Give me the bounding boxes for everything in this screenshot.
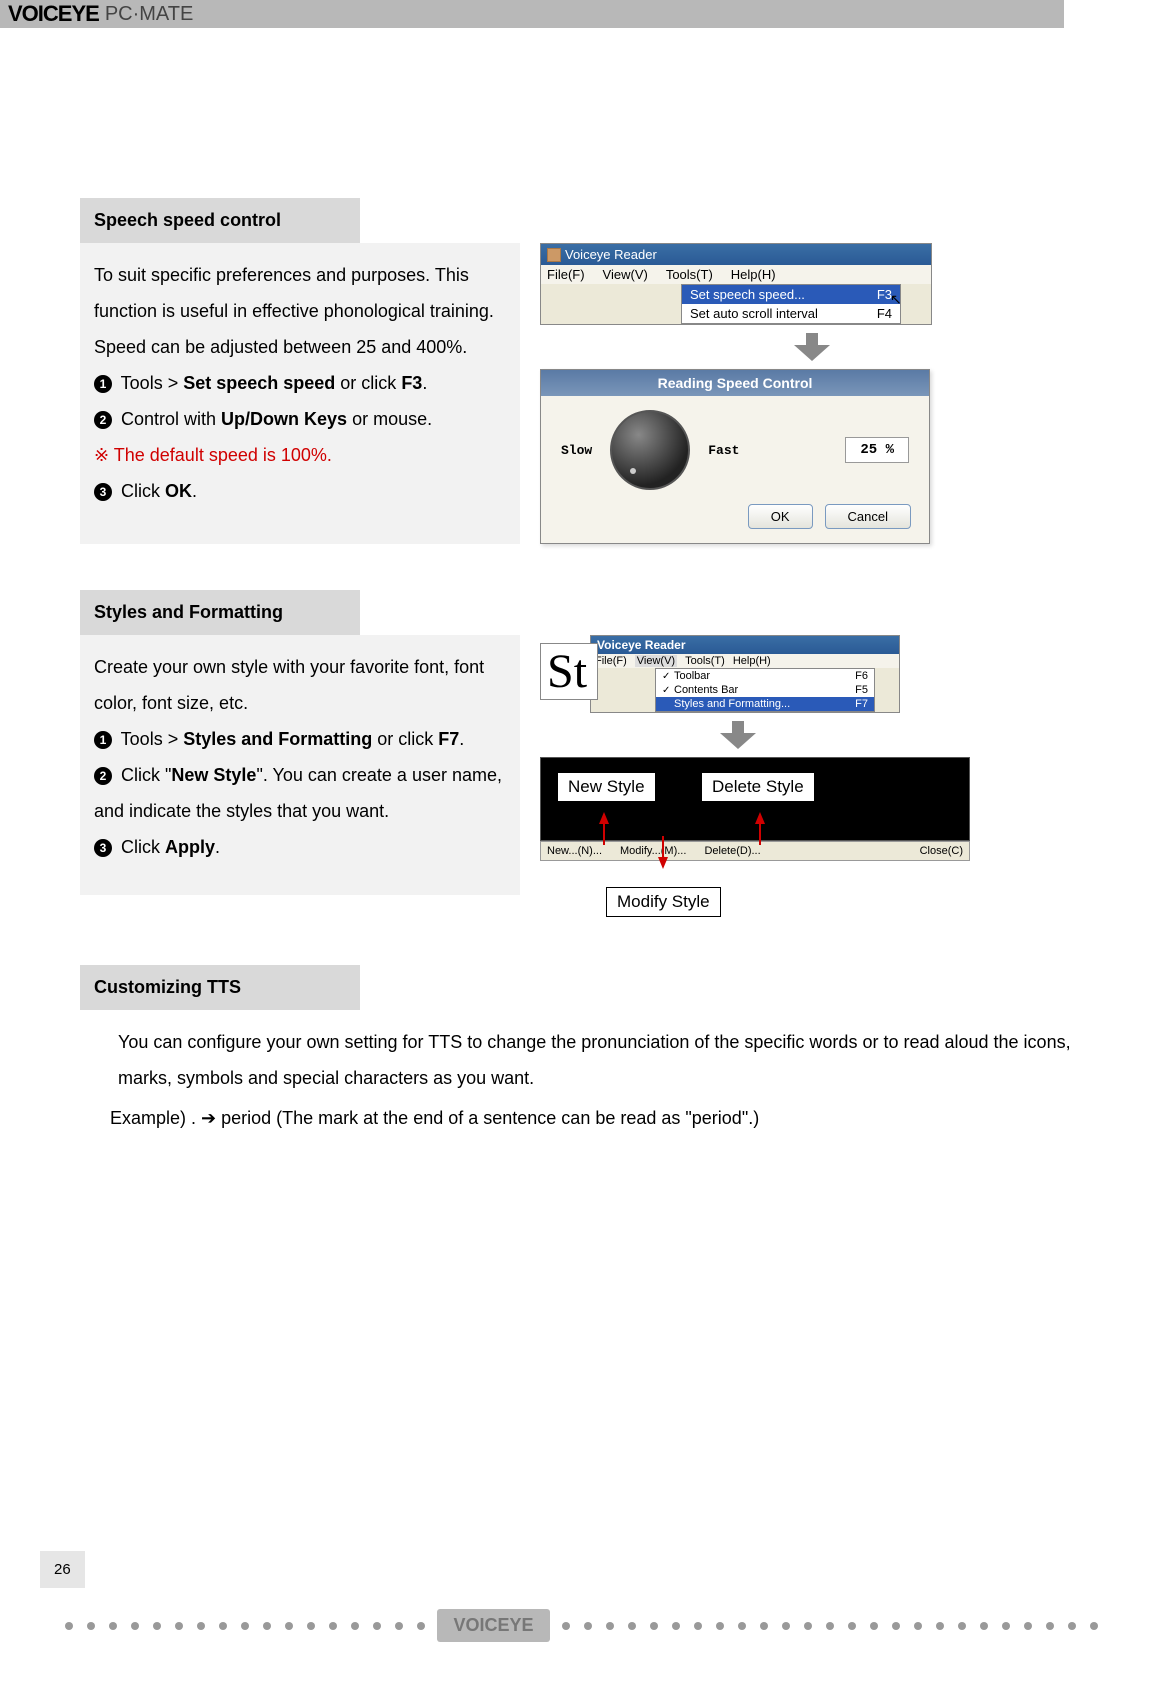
section-styles-formatting: Styles and Formatting Create your own st… bbox=[80, 590, 1083, 895]
step-number-1-icon: 1 bbox=[94, 375, 112, 393]
window-voiceye-reader: Voiceye Reader File(F) View(V) Tools(T) … bbox=[540, 243, 932, 325]
cursor-icon: ↖ bbox=[890, 291, 902, 308]
section-3-title: Customizing TTS bbox=[80, 965, 360, 1010]
slow-label: Slow bbox=[561, 443, 592, 458]
logo-sub: PC·MATE bbox=[105, 3, 194, 26]
default-speed-note: ※ The default speed is 100%. bbox=[94, 437, 506, 473]
tts-example: Example) . ➔ period (The mark at the end… bbox=[110, 1100, 1083, 1136]
new-style-button[interactable]: New...(N)... bbox=[547, 845, 602, 857]
footer-dots-left bbox=[65, 1622, 425, 1630]
styles-dialog-preview: New Style Delete Style bbox=[540, 757, 970, 841]
section-1-step-2: 2 Control with Up/Down Keys or mouse. bbox=[94, 401, 506, 437]
section-1-desc: To suit specific preferences and purpose… bbox=[94, 257, 506, 365]
step-number-2-icon: 2 bbox=[94, 411, 112, 429]
menu-item-toolbar[interactable]: ✓ToolbarF6 bbox=[656, 669, 874, 683]
section-1-title: Speech speed control bbox=[80, 198, 360, 243]
menu-item-set-auto-scroll[interactable]: Set auto scroll interval F4 bbox=[682, 304, 900, 323]
dialog-title: Reading Speed Control bbox=[541, 370, 929, 396]
footer: VOICEYE bbox=[0, 1609, 1163, 1642]
tools-dropdown: Set speech speed... F3 Set auto scroll i… bbox=[681, 284, 901, 324]
speed-knob[interactable] bbox=[610, 410, 690, 490]
footer-logo: VOICEYE bbox=[437, 1609, 549, 1642]
menu-tools-2[interactable]: Tools(T) bbox=[685, 655, 725, 667]
delete-style-button[interactable]: Delete(D)... bbox=[704, 845, 760, 857]
section-speech-speed: Speech speed control To suit specific pr… bbox=[80, 198, 1083, 544]
modify-style-button[interactable]: Modify...(M)... bbox=[620, 845, 686, 857]
menu-item-contents-bar[interactable]: ✓Contents BarF5 bbox=[656, 683, 874, 697]
document-text-sample: St bbox=[540, 643, 598, 700]
label-new-style: New Style bbox=[557, 772, 656, 802]
screenshot-speed-control: Voiceye Reader File(F) View(V) Tools(T) … bbox=[540, 243, 1083, 544]
reading-speed-dialog: Reading Speed Control Slow Fast 25 % OK … bbox=[540, 369, 930, 544]
app-icon bbox=[547, 248, 561, 262]
section-2-step-2: 2 Click "New Style". You can create a us… bbox=[94, 757, 506, 829]
section-2-text: Create your own style with your favorite… bbox=[80, 635, 520, 895]
menu-help[interactable]: Help(H) bbox=[731, 267, 776, 282]
speed-value: 25 % bbox=[845, 437, 909, 463]
section-2-title: Styles and Formatting bbox=[80, 590, 360, 635]
label-modify-style: Modify Style bbox=[606, 887, 721, 917]
menubar-2: File(F) View(V) Tools(T) Help(H) bbox=[591, 654, 899, 668]
section-3-text: You can configure your own setting for T… bbox=[80, 1010, 1083, 1136]
ok-button[interactable]: OK bbox=[748, 504, 813, 529]
footer-dots-right bbox=[562, 1622, 1098, 1630]
page-number: 26 bbox=[40, 1551, 85, 1588]
cancel-button[interactable]: Cancel bbox=[825, 504, 911, 529]
down-arrow-icon bbox=[794, 333, 830, 361]
section-1-step-3: 3 Click OK. bbox=[94, 473, 506, 509]
view-dropdown: ✓ToolbarF6 ✓Contents BarF5 Styles and Fo… bbox=[655, 668, 875, 712]
step-number-1-icon: 1 bbox=[94, 731, 112, 749]
red-arrow-new-icon bbox=[599, 812, 609, 824]
section-customizing-tts: Customizing TTS You can configure your o… bbox=[80, 965, 1083, 1136]
window-title: Voiceye Reader bbox=[541, 244, 931, 265]
down-arrow-icon-2 bbox=[720, 721, 756, 749]
section-1-text: To suit specific preferences and purpose… bbox=[80, 243, 520, 544]
section-2-desc: Create your own style with your favorite… bbox=[94, 649, 506, 721]
header-bar: VOICEYE PC·MATE bbox=[0, 0, 1064, 28]
step-number-2-icon: 2 bbox=[94, 767, 112, 785]
logo-main: VOICEYE bbox=[8, 1, 99, 27]
screenshot-styles: St Voiceye Reader File(F) View(V) Tools(… bbox=[540, 635, 1083, 895]
step-number-3-icon: 3 bbox=[94, 839, 112, 857]
red-arrow-delete-icon bbox=[755, 812, 765, 824]
menu-file-2[interactable]: File(F) bbox=[595, 655, 627, 667]
label-delete-style: Delete Style bbox=[701, 772, 815, 802]
window-voiceye-reader-2: Voiceye Reader File(F) View(V) Tools(T) … bbox=[590, 635, 900, 713]
fast-label: Fast bbox=[708, 443, 739, 458]
menu-view[interactable]: View(V) bbox=[603, 267, 648, 282]
menu-item-styles-formatting[interactable]: Styles and Formatting...F7 bbox=[656, 697, 874, 711]
tts-desc: You can configure your own setting for T… bbox=[110, 1024, 1083, 1096]
window-title-2: Voiceye Reader bbox=[591, 636, 899, 654]
menu-tools[interactable]: Tools(T) bbox=[666, 267, 713, 282]
menu-view-2[interactable]: View(V) bbox=[635, 655, 677, 667]
step-number-3-icon: 3 bbox=[94, 483, 112, 501]
close-button[interactable]: Close(C) bbox=[920, 845, 963, 857]
section-2-step-3: 3 Click Apply. bbox=[94, 829, 506, 865]
menu-file[interactable]: File(F) bbox=[547, 267, 585, 282]
menu-item-set-speech-speed[interactable]: Set speech speed... F3 bbox=[682, 285, 900, 304]
red-arrow-modify-icon bbox=[658, 857, 668, 869]
menu-help-2[interactable]: Help(H) bbox=[733, 655, 771, 667]
menubar: File(F) View(V) Tools(T) Help(H) bbox=[541, 265, 931, 284]
section-2-step-1: 1 Tools > Styles and Formatting or click… bbox=[94, 721, 506, 757]
section-1-step-1: 1 Tools > Set speech speed or click F3. bbox=[94, 365, 506, 401]
